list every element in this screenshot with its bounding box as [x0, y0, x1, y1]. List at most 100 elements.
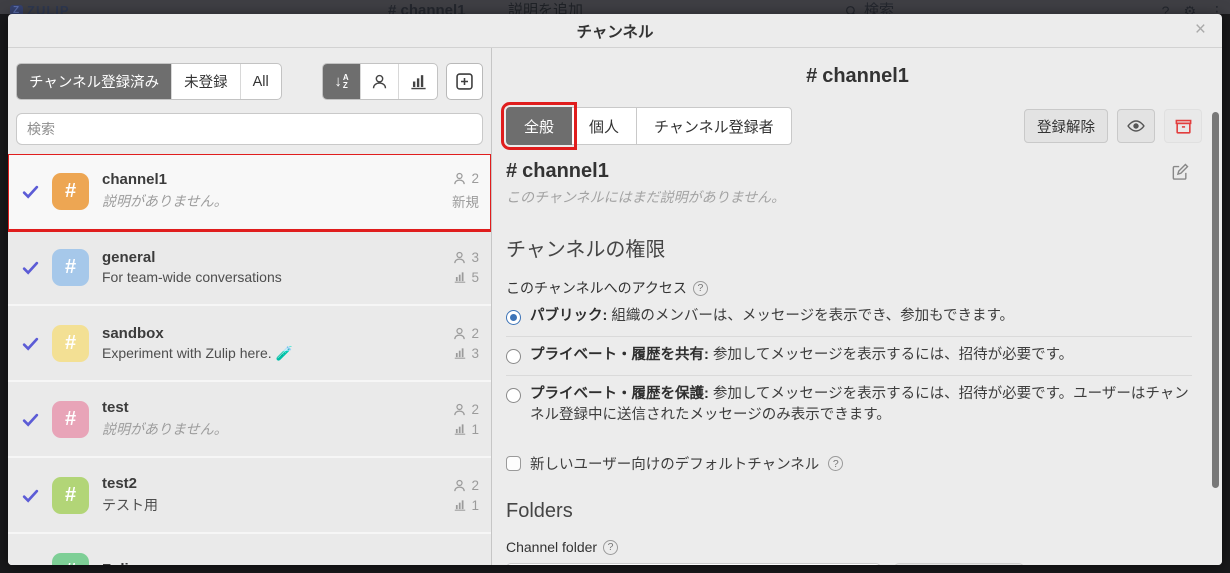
- navbar-search: 検索: [845, 1, 894, 14]
- eye-icon: [1127, 120, 1145, 132]
- access-option-row: パブリック: 組織のメンバーは、メッセージを表示でき、参加もできます。: [506, 298, 1192, 337]
- subscribed-check-icon: [8, 410, 52, 429]
- channel-name: Zulip: [102, 561, 415, 565]
- close-icon[interactable]: ×: [1195, 19, 1206, 41]
- bar-chart-icon: [455, 272, 466, 283]
- message-count: 5: [453, 270, 479, 285]
- access-label-row: このチャンネルへのアクセス ?: [506, 278, 1192, 298]
- help-icon[interactable]: ?: [692, 280, 708, 296]
- filter-tab[interactable]: All: [241, 64, 281, 99]
- access-option-row: プライベート・履歴を保護: 参加してメッセージを表示するには、招待が必要です。ユ…: [506, 376, 1192, 436]
- unsubscribe-button[interactable]: 登録解除: [1024, 109, 1108, 143]
- bar-chart-icon: [455, 348, 466, 359]
- channel-row[interactable]: # sandbox Experiment with Zulip here. 🧪 …: [8, 306, 491, 382]
- channel-row[interactable]: # channel1 説明がありません。 2 新規: [8, 154, 491, 232]
- create-folder-button[interactable]: Create a folder: [894, 563, 1024, 565]
- channel-name: sandbox: [102, 324, 164, 342]
- new-channel-badge: 新規: [452, 195, 479, 210]
- message-count: 1: [453, 422, 479, 437]
- channel-description: For team-wide conversations: [102, 269, 282, 285]
- channel-name-heading: # channel1: [506, 160, 609, 182]
- zulip-logo: Z ZULIP: [10, 1, 70, 14]
- channel-filter-toolbar: チャンネル登録済み 未登録 All ↓ AZ: [8, 48, 491, 100]
- bar-chart-icon: [410, 75, 426, 90]
- channel-row[interactable]: # general For team-wide conversations 3 …: [8, 230, 491, 306]
- filter-tab-group: チャンネル登録済み 未登録 All: [16, 63, 282, 100]
- subscriber-count: 3: [452, 250, 479, 265]
- channel-name: test: [102, 399, 129, 416]
- settings-header: # channel1: [806, 64, 909, 87]
- radio-button[interactable]: [506, 348, 521, 364]
- view-channel-button[interactable]: [1117, 109, 1155, 143]
- channel-search-input[interactable]: [16, 113, 483, 145]
- help-icon[interactable]: ?: [828, 456, 844, 471]
- plus-square-icon: [456, 73, 473, 90]
- personal-menu-icon: ⋮: [1210, 3, 1224, 14]
- search-icon: [845, 5, 856, 14]
- sort-alphabetical-button[interactable]: ↓ AZ: [323, 64, 361, 99]
- sort-by-traffic-button[interactable]: [399, 64, 437, 99]
- settings-tab[interactable]: 全般: [500, 102, 578, 150]
- edit-channel-icon[interactable]: [1170, 162, 1190, 182]
- channel-row[interactable]: # test 説明がありません。 2 1: [8, 382, 491, 458]
- channel-row[interactable]: # test2 テスト用 2 1: [8, 458, 491, 534]
- subscribed-check-icon: [8, 182, 52, 201]
- channel-hash-icon: #: [52, 172, 89, 210]
- bar-chart-icon: [455, 500, 466, 511]
- gear-icon: ⚙: [1183, 3, 1196, 14]
- channel-description: 説明がありません。: [102, 193, 228, 209]
- sort-az-icon: ↓ AZ: [334, 72, 349, 90]
- settings-tab[interactable]: 個人: [571, 107, 638, 145]
- user-icon: [454, 479, 466, 491]
- subscriber-count: 2: [452, 171, 479, 186]
- user-icon: [454, 403, 466, 415]
- settings-tab[interactable]: チャンネル登録者: [636, 107, 792, 145]
- subscribed-check-icon: [8, 334, 52, 353]
- channel-hash-icon: #: [52, 400, 89, 438]
- access-option-row: プライベート・履歴を共有: 参加してメッセージを表示するには、招待が必要です。: [506, 337, 1192, 376]
- channel-description: 説明がありません。: [102, 421, 228, 437]
- channel-hash-icon: #: [52, 476, 89, 514]
- user-icon: [454, 327, 466, 339]
- channel-row[interactable]: # Zulip 2: [8, 534, 491, 565]
- channel-name: test2: [102, 475, 138, 492]
- modal-title: チャンネル: [576, 23, 654, 41]
- hash-icon: #: [806, 64, 818, 87]
- create-channel-button[interactable]: [446, 63, 483, 100]
- subscribed-check-icon: [8, 486, 52, 505]
- channel-hash-icon: #: [52, 552, 89, 565]
- message-count: 1: [453, 498, 479, 513]
- subscriber-count: 2: [452, 564, 479, 566]
- filter-tab[interactable]: チャンネル登録済み: [17, 64, 173, 99]
- channel-settings-panel: # channel1 全般 個人 チャンネル登録者 登録解除 # channel…: [493, 48, 1222, 565]
- filter-tab[interactable]: 未登録: [172, 64, 241, 99]
- user-icon: [372, 74, 387, 89]
- sort-by-subscribers-button[interactable]: [361, 64, 399, 99]
- channel-description: テスト用: [102, 497, 158, 513]
- subscribed-check-icon: [8, 562, 52, 566]
- message-count: 3: [453, 346, 479, 361]
- subscribed-check-icon: [8, 258, 52, 277]
- channels-modal: チャンネル × チャンネル登録済み 未登録 All ↓ AZ 検索 # chan…: [8, 14, 1222, 565]
- channel-list: # channel1 説明がありません。 2 新規 # general For …: [8, 154, 491, 565]
- archive-icon: [1175, 119, 1191, 134]
- radio-button[interactable]: [506, 387, 521, 403]
- permissions-heading: チャンネルの権限: [506, 239, 666, 261]
- channel-folder-select[interactable]: #: [506, 563, 881, 565]
- channel-hash-icon: #: [52, 324, 89, 362]
- access-options-group: パブリック: 組織のメンバーは、メッセージを表示でき、参加もできます。 プライベ…: [506, 298, 1192, 435]
- help-icon[interactable]: ?: [603, 539, 619, 555]
- default-channel-checkbox[interactable]: [506, 456, 521, 471]
- zulip-logo-icon: Z: [10, 4, 23, 14]
- radio-button[interactable]: [506, 310, 521, 325]
- navbar-add-description: 説明を追加: [508, 2, 584, 14]
- default-channel-row: 新しいユーザー向けのデフォルトチャンネル ?: [506, 453, 1192, 474]
- sort-button-group: ↓ AZ: [322, 63, 438, 100]
- archive-channel-button[interactable]: [1164, 109, 1202, 143]
- settings-content: # channel1 このチャンネルにはまだ説明がありません。 チャンネルの権限…: [493, 148, 1222, 565]
- subscriber-count: 2: [452, 326, 479, 341]
- navbar-channel-title: # channel1: [388, 2, 466, 14]
- channel-name: channel1: [102, 171, 168, 188]
- user-icon: [454, 251, 466, 263]
- help-menu-icon: ?: [1161, 3, 1170, 14]
